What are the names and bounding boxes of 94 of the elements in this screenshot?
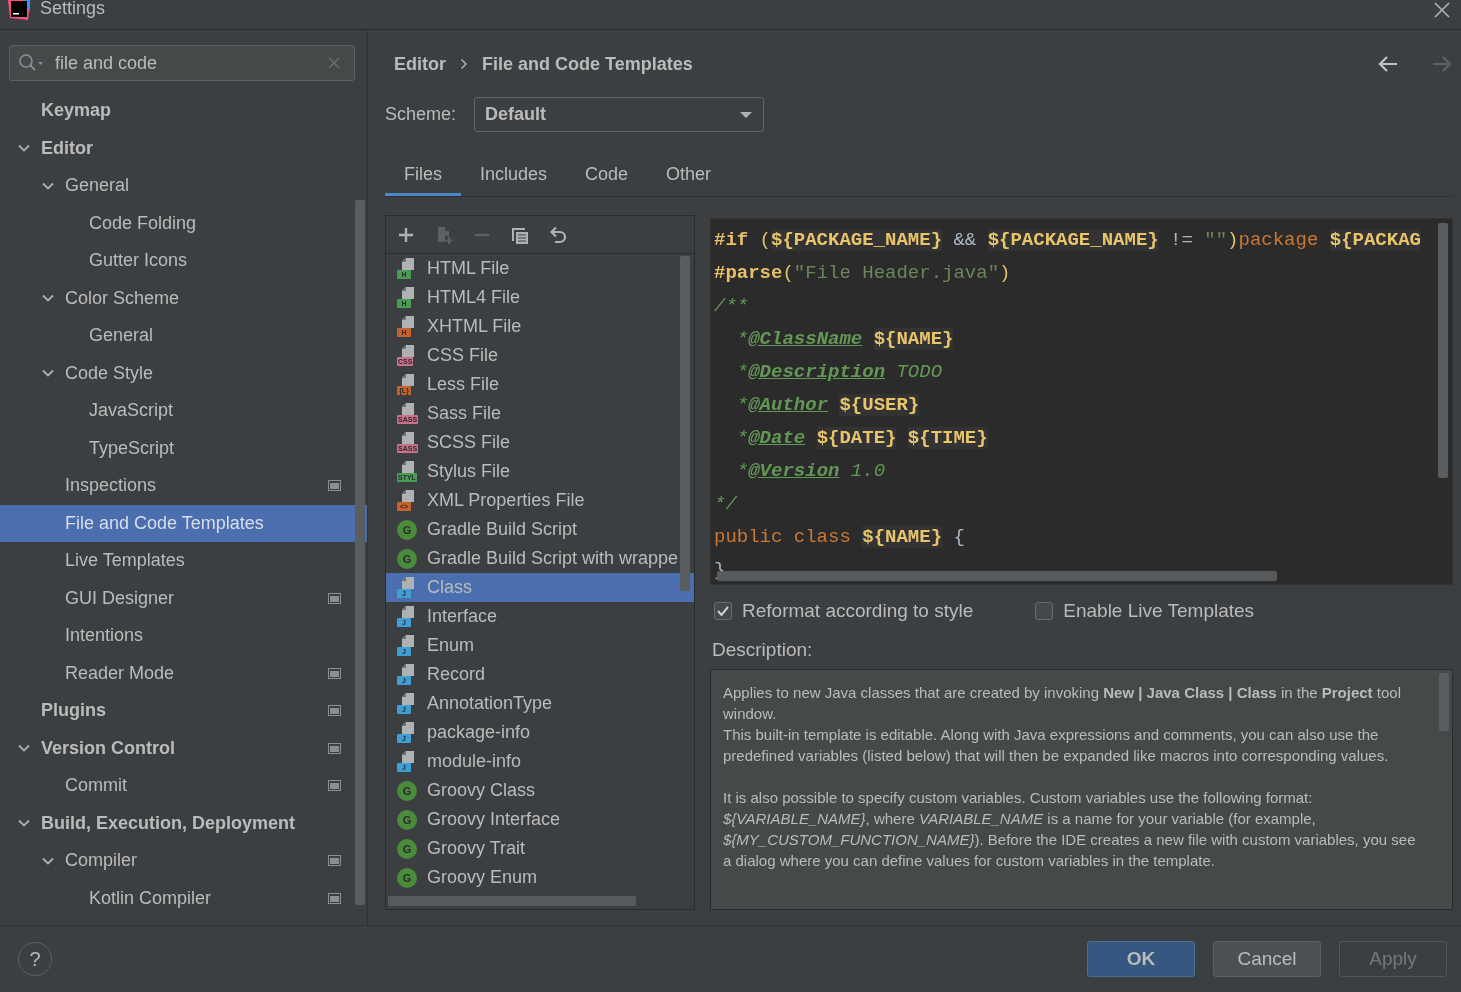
- scrollbar[interactable]: [1438, 223, 1448, 478]
- code-line: #if (${PACKAGE_NAME} && ${PACKAGE_NAME} != "")package ${PACKAG: [713, 228, 1421, 253]
- tree-item[interactable]: TypeScript: [0, 429, 367, 467]
- document-icon: [400, 431, 416, 444]
- tree-item[interactable]: Reader Mode: [0, 654, 367, 692]
- checkbox[interactable]: [1035, 602, 1054, 620]
- document-icon: [400, 286, 416, 299]
- code-line: #parse("File Header.java"): [713, 261, 1011, 286]
- document-icon: [400, 257, 416, 270]
- tree-item[interactable]: JavaScript: [0, 392, 367, 430]
- tree-item[interactable]: Gutter Icons: [0, 242, 367, 280]
- tree-item[interactable]: Compiler: [0, 842, 367, 880]
- chevron-right-icon: [460, 58, 468, 70]
- description-label: Description:: [711, 638, 814, 662]
- search-field[interactable]: file and code: [9, 45, 355, 81]
- scrollbar[interactable]: [355, 200, 365, 905]
- tree-item[interactable]: Keymap: [0, 92, 367, 130]
- tree-item[interactable]: Color Scheme: [0, 279, 367, 317]
- template-item[interactable]: G Groovy Interface: [386, 805, 694, 834]
- scrollbar[interactable]: [388, 896, 636, 906]
- search-icon: [18, 53, 44, 73]
- document-icon: [400, 750, 416, 763]
- dialog-button[interactable]: OK: [1087, 941, 1195, 977]
- tree-item[interactable]: Plugins: [0, 692, 367, 730]
- letter-badge: G: [397, 780, 417, 801]
- document-icon: [400, 605, 416, 618]
- help-button[interactable]: ?: [18, 942, 52, 976]
- document-icon: [400, 402, 416, 415]
- tree-item[interactable]: Intentions: [0, 617, 367, 655]
- description-text: This built-in template is editable. Along with Java expressions and comments, you can also use the predefined variables (listed below) that will then be expanded like macros into corresponding values.: [723, 725, 1390, 766]
- document-icon: [400, 721, 416, 734]
- tree-item[interactable]: Code Style: [0, 354, 367, 392]
- tree-item[interactable]: Build, Execution, Deployment: [0, 804, 367, 842]
- document-icon: [400, 634, 416, 647]
- document-icon: [400, 315, 416, 328]
- tree-item[interactable]: File and Code Templates: [0, 504, 367, 542]
- app-logo-icon: [8, 0, 30, 20]
- tree-item[interactable]: General: [0, 317, 367, 355]
- undo-icon[interactable]: [548, 224, 568, 245]
- code-line: *@Date ${DATE} ${TIME}: [735, 426, 988, 451]
- tab[interactable]: Other: [647, 155, 731, 196]
- tree-item[interactable]: GUI Designer: [0, 579, 367, 617]
- tree-item[interactable]: Live Templates: [0, 542, 367, 580]
- code-line: }: [713, 558, 726, 583]
- breadcrumb-item[interactable]: Editor: [394, 53, 446, 75]
- scheme-dropdown[interactable]: Default: [474, 97, 765, 132]
- close-icon[interactable]: [1433, 0, 1451, 19]
- document-icon: [400, 344, 416, 357]
- code-line: *@Description TODO: [735, 360, 943, 385]
- tree-item[interactable]: General: [0, 167, 367, 205]
- tree-item[interactable]: Version Control: [0, 729, 367, 767]
- document-icon: [400, 460, 416, 473]
- description-text: Applies to new Java classes that are created by invoking New | Java Class | Class in the Project tool window.: [723, 683, 1402, 724]
- tree-item[interactable]: Inspections: [0, 467, 367, 505]
- description-text: It is also possible to specify custom variables. Custom variables use the following format: ${VARIABLE_NAME}, where VARIABLE_NAME is a name for your variable (for example, ${MY_CUSTOM_FUNCTION_NAME}). Before the IDE creates a new file with custom variables, you see a dialog where you can define values for custom variables in the template.: [723, 788, 1417, 871]
- code-editor[interactable]: [710, 218, 1453, 585]
- window-title: Settings: [40, 0, 107, 19]
- tree-item[interactable]: Kotlin Compiler: [0, 879, 367, 917]
- template-item[interactable]: G Groovy Class: [386, 776, 694, 805]
- code-line: */: [713, 492, 737, 517]
- document-icon: [400, 373, 416, 386]
- letter-badge: G: [397, 838, 417, 859]
- checkbox-label[interactable]: Reformat according to style: [742, 600, 974, 622]
- code-line: *@Version 1.0: [735, 459, 886, 484]
- tree-item[interactable]: Commit: [0, 767, 367, 805]
- checkbox[interactable]: [714, 602, 732, 620]
- breadcrumb-item[interactable]: File and Code Templates: [482, 53, 693, 75]
- code-line: public class ${NAME} {: [713, 525, 965, 550]
- template-item[interactable]: G Groovy Enum: [386, 863, 694, 892]
- tab[interactable]: Includes: [461, 155, 567, 196]
- tab[interactable]: Code: [566, 155, 648, 196]
- template-item[interactable]: G Groovy Trait: [386, 834, 694, 863]
- document-icon: [400, 663, 416, 676]
- letter-badge: G: [397, 519, 417, 540]
- letter-badge: G: [397, 548, 417, 569]
- document-icon: [400, 576, 416, 589]
- code-line: *@ClassName ${NAME}: [735, 327, 954, 352]
- letter-badge: G: [397, 809, 417, 830]
- code-line: /**: [713, 294, 749, 319]
- template-item[interactable]: G Gradle Build Script with wrappe: [386, 544, 694, 573]
- letter-badge: G: [397, 867, 417, 888]
- dropdown-arrow-icon: [739, 110, 754, 119]
- tab[interactable]: Files: [385, 155, 461, 196]
- tree-item[interactable]: Code Folding: [0, 204, 367, 242]
- dialog-button[interactable]: Cancel: [1213, 941, 1321, 977]
- document-icon: [400, 489, 416, 502]
- scrollbar[interactable]: [680, 256, 690, 591]
- code-line: *@Author ${USER}: [735, 393, 920, 418]
- tree-item[interactable]: Editor: [0, 129, 367, 167]
- checkbox-label[interactable]: Enable Live Templates: [1063, 600, 1255, 622]
- document-icon: [400, 692, 416, 705]
- back-arrow-icon[interactable]: [1377, 55, 1399, 73]
- scheme-label: Scheme:: [385, 104, 457, 125]
- template-item[interactable]: G Gradle Build Script: [386, 515, 694, 544]
